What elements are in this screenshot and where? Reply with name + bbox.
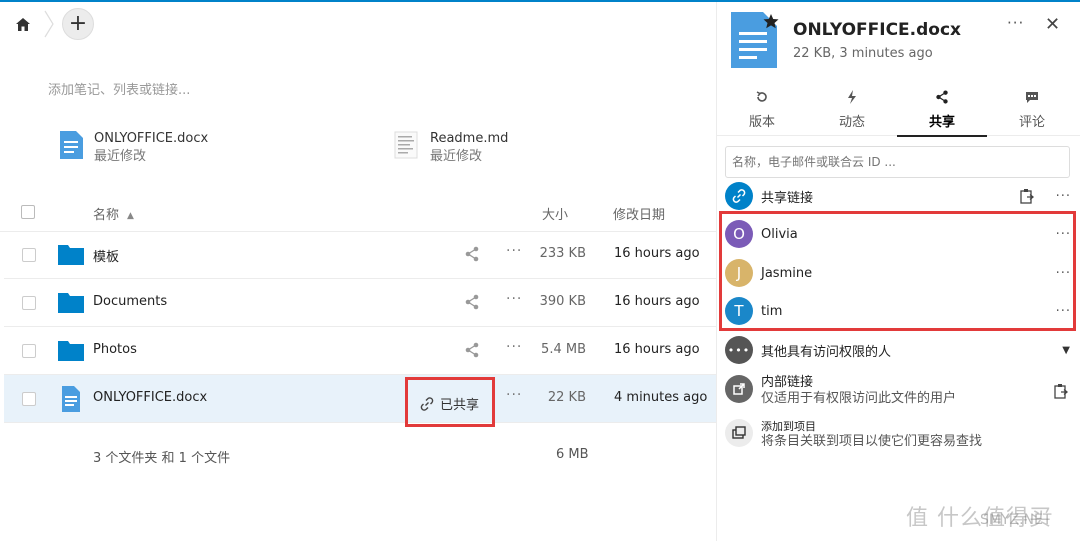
tab-label: 评论 bbox=[1018, 115, 1045, 130]
tab-versions[interactable]: 版本 bbox=[717, 84, 807, 136]
add-project-desc: 将条目关联到项目以使它们更容易查找 bbox=[761, 434, 983, 449]
share-icon[interactable] bbox=[464, 294, 480, 310]
file-name[interactable]: Documents bbox=[93, 294, 167, 309]
column-name-label: 名称 bbox=[93, 208, 120, 223]
file-name[interactable]: 模板 bbox=[93, 246, 119, 265]
row-actions-button[interactable]: ··· bbox=[506, 243, 522, 259]
sidebar-subtitle: 22 KB, 3 minutes ago bbox=[793, 46, 933, 61]
internal-link-row[interactable]: 内部链接 仅适用于有权限访问此文件的用户 bbox=[725, 375, 1077, 407]
summary-size: 6 MB bbox=[556, 447, 589, 462]
folder-icon bbox=[58, 293, 84, 313]
file-name[interactable]: Photos bbox=[93, 342, 137, 357]
share-icon[interactable] bbox=[464, 246, 480, 262]
row-checkbox[interactable] bbox=[22, 296, 36, 310]
close-icon[interactable]: ✕ bbox=[1045, 14, 1060, 35]
row-checkbox[interactable] bbox=[22, 392, 36, 406]
highlight-users-box bbox=[719, 211, 1076, 331]
tab-label: 共享 bbox=[928, 115, 955, 130]
document-icon bbox=[60, 131, 83, 159]
add-to-project-row[interactable]: 添加到项目 将条目关联到项目以使它们更容易查找 bbox=[725, 419, 1077, 450]
file-date: 16 hours ago bbox=[614, 342, 700, 357]
row-actions-button[interactable]: ··· bbox=[506, 291, 522, 307]
file-name[interactable]: ONLYOFFICE.docx bbox=[93, 390, 207, 405]
chevron-down-icon[interactable]: ▼ bbox=[1062, 345, 1071, 356]
share-link-row[interactable]: 共享链接 ··· bbox=[725, 178, 1077, 214]
link-icon bbox=[725, 182, 753, 210]
notes-placeholder[interactable]: 添加笔记、列表或链接... bbox=[48, 79, 190, 98]
clipboard-icon[interactable] bbox=[1019, 188, 1035, 204]
external-link-icon bbox=[725, 375, 753, 403]
activity-icon bbox=[848, 90, 856, 104]
add-project-title: 添加到项目 bbox=[761, 420, 816, 433]
internal-link-title: 内部链接 bbox=[761, 375, 814, 390]
breadcrumb: + bbox=[14, 8, 94, 40]
share-icon bbox=[936, 90, 948, 104]
sort-asc-icon: ▲ bbox=[127, 210, 134, 221]
comment-icon bbox=[1026, 92, 1038, 103]
tab-sharing[interactable]: 共享 bbox=[897, 84, 987, 137]
more-people-icon: ••• bbox=[725, 336, 753, 364]
document-large-icon bbox=[731, 12, 779, 68]
highlight-shared-box bbox=[405, 377, 495, 427]
recent-file-name: Readme.md bbox=[430, 131, 509, 146]
project-icon bbox=[725, 419, 753, 447]
tab-label: 版本 bbox=[748, 115, 775, 130]
share-link-more-button[interactable]: ··· bbox=[1056, 189, 1071, 204]
share-link-label: 共享链接 bbox=[761, 190, 814, 206]
others-label: 其他具有访问权限的人 bbox=[761, 344, 892, 360]
column-modified-header[interactable]: 修改日期 bbox=[613, 204, 665, 223]
recent-file-onlyoffice[interactable]: ONLYOFFICE.docx 最近修改 bbox=[58, 130, 208, 166]
file-date: 16 hours ago bbox=[614, 246, 700, 261]
table-row[interactable]: Photos ··· 5.4 MB 16 hours ago bbox=[4, 327, 716, 375]
file-size: 5.4 MB bbox=[541, 342, 586, 357]
history-icon bbox=[756, 91, 767, 102]
file-date: 4 minutes ago bbox=[614, 390, 708, 405]
share-icon[interactable] bbox=[464, 342, 480, 358]
file-size: 390 KB bbox=[539, 294, 586, 309]
row-checkbox[interactable] bbox=[22, 248, 36, 262]
sidebar-tabs: 版本 动态 共享 评论 bbox=[717, 84, 1080, 137]
table-header: 名称 ▲ 大小 修改日期 bbox=[0, 194, 716, 232]
tab-label: 动态 bbox=[838, 115, 865, 130]
recent-file-sub: 最近修改 bbox=[430, 149, 483, 164]
file-size: 233 KB bbox=[539, 246, 586, 261]
table-row[interactable]: Documents ··· 390 KB 16 hours ago bbox=[4, 279, 716, 327]
tab-comments[interactable]: 评论 bbox=[987, 84, 1077, 136]
file-size: 22 KB bbox=[547, 390, 586, 405]
sidebar-more-button[interactable]: ··· bbox=[1007, 14, 1024, 32]
row-actions-button[interactable]: ··· bbox=[506, 339, 522, 355]
recent-file-name: ONLYOFFICE.docx bbox=[94, 131, 209, 146]
file-date: 16 hours ago bbox=[614, 294, 700, 309]
column-name-header[interactable]: 名称 ▲ bbox=[93, 204, 134, 223]
select-all-checkbox[interactable] bbox=[21, 205, 35, 219]
internal-link-desc: 仅适用于有权限访问此文件的用户 bbox=[761, 391, 957, 406]
clipboard-icon[interactable] bbox=[1053, 383, 1069, 399]
file-list-panel: + 添加笔记、列表或链接... ONLYOFFICE.docx 最近修改 Rea… bbox=[0, 2, 716, 541]
breadcrumb-separator-icon bbox=[44, 10, 54, 38]
sidebar-title: ONLYOFFICE.docx bbox=[793, 20, 962, 40]
table-row[interactable]: ONLYOFFICE.docx ··· 22 KB 4 minutes ago bbox=[4, 375, 716, 423]
summary-count: 3 个文件夹 和 1 个文件 bbox=[93, 451, 231, 466]
table-row[interactable]: 模板 ··· 233 KB 16 hours ago bbox=[4, 231, 716, 279]
row-actions-button[interactable]: ··· bbox=[506, 387, 522, 403]
watermark-domain: SMYZ.NET bbox=[980, 512, 1052, 528]
row-checkbox[interactable] bbox=[22, 344, 36, 358]
share-search-input[interactable] bbox=[725, 146, 1070, 178]
recent-file-sub: 最近修改 bbox=[94, 149, 147, 164]
add-new-button[interactable]: + bbox=[62, 8, 94, 40]
text-file-icon bbox=[394, 131, 418, 159]
others-with-access-row[interactable]: ••• 其他具有访问权限的人 ▼ bbox=[725, 332, 1077, 368]
document-icon bbox=[62, 386, 80, 412]
folder-icon bbox=[58, 341, 84, 361]
home-icon[interactable] bbox=[14, 15, 32, 33]
tab-activity[interactable]: 动态 bbox=[807, 84, 897, 136]
recent-file-readme[interactable]: Readme.md 最近修改 bbox=[394, 130, 508, 166]
folder-icon bbox=[58, 245, 84, 265]
column-size-header[interactable]: 大小 bbox=[542, 204, 568, 223]
